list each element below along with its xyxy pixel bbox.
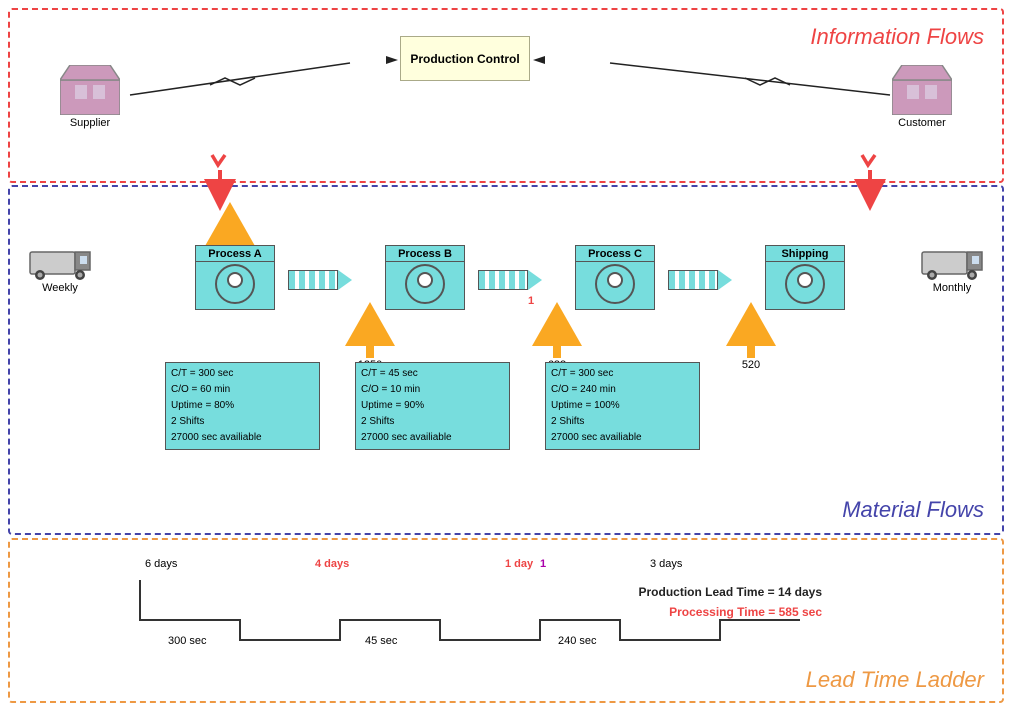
inv-note: 1 xyxy=(528,295,534,307)
shipping-circle xyxy=(785,264,825,304)
supplier-label: Supplier xyxy=(70,117,110,129)
triangle-shape-1 xyxy=(205,202,255,246)
process-c-title: Process C xyxy=(576,248,654,262)
info-flows-label: Information Flows xyxy=(810,24,984,50)
push-stripes-bc xyxy=(478,270,528,290)
material-flows-label: Material Flows xyxy=(842,497,984,523)
push-arrow-ab xyxy=(288,270,352,290)
info-box-a: C/T = 300 sec C/O = 60 min Uptime = 80% … xyxy=(165,362,320,450)
production-control-text: Production Control xyxy=(410,52,519,66)
info-b-avail: 27000 sec availiable xyxy=(361,430,504,446)
info-b-uptime: Uptime = 90% xyxy=(361,398,504,414)
triangle-stem-3 xyxy=(553,346,561,358)
customer-icon xyxy=(892,65,952,115)
triangle-stem-2 xyxy=(366,346,374,358)
truck-icon-left xyxy=(25,242,95,282)
process-c-circle xyxy=(595,264,635,304)
customer-factory: Customer xyxy=(892,65,952,129)
info-c-ct: C/T = 300 sec xyxy=(551,366,694,382)
production-control-box: Production Control xyxy=(400,36,530,81)
push-head-ab xyxy=(338,270,352,290)
weekly-label: Weekly xyxy=(42,282,78,294)
monthly-truck: Monthly xyxy=(917,242,987,294)
info-box-b: C/T = 45 sec C/O = 10 min Uptime = 90% 2… xyxy=(355,362,510,450)
shipping-box: Shipping xyxy=(765,245,845,310)
leadtime-section: Lead Time Ladder 6 days 4 days 1 day 3 d… xyxy=(8,538,1004,703)
inventory-triangle-3: 688 xyxy=(532,302,582,371)
process-b-title: Process B xyxy=(386,248,464,262)
process-c-rect: Process C xyxy=(575,245,655,310)
info-a-avail: 27000 sec availiable xyxy=(171,430,314,446)
shipping-rect: Shipping xyxy=(765,245,845,310)
shipping-inner xyxy=(797,272,813,288)
push-head-cs xyxy=(718,270,732,290)
info-a-co: C/O = 60 min xyxy=(171,382,314,398)
lt-sec-3: 240 sec xyxy=(558,635,597,647)
push-arrow-bc xyxy=(478,270,542,290)
info-a-ct: C/T = 300 sec xyxy=(171,366,314,382)
info-c-co: C/O = 240 min xyxy=(551,382,694,398)
process-a-rect: Process A xyxy=(195,245,275,310)
lt-days-1: 6 days xyxy=(145,558,177,570)
process-b-inner xyxy=(417,272,433,288)
material-flows-section: Material Flows Weekly Monthly xyxy=(8,185,1004,535)
info-b-ct: C/T = 45 sec xyxy=(361,366,504,382)
process-a-title: Process A xyxy=(196,248,274,262)
inventory-label-4: 520 xyxy=(742,359,760,371)
inventory-triangle-2: 1250 xyxy=(345,302,395,371)
supplier-factory: Supplier xyxy=(60,65,120,129)
triangle-stem-4 xyxy=(747,346,755,358)
supplier-icon xyxy=(60,65,120,115)
info-a-shifts: 2 Shifts xyxy=(171,414,314,430)
info-a-uptime: Uptime = 80% xyxy=(171,398,314,414)
lt-sec-2: 45 sec xyxy=(365,635,397,647)
truck-icon-right xyxy=(917,242,987,282)
lt-note-1: 1 xyxy=(540,558,546,570)
lt-processing: Processing Time = 585 sec xyxy=(669,605,822,619)
info-c-avail: 27000 sec availiable xyxy=(551,430,694,446)
info-c-shifts: 2 Shifts xyxy=(551,414,694,430)
process-a-circle xyxy=(215,264,255,304)
info-b-shifts: 2 Shifts xyxy=(361,414,504,430)
process-a-inner xyxy=(227,272,243,288)
push-head-bc xyxy=(528,270,542,290)
info-b-co: C/O = 10 min xyxy=(361,382,504,398)
info-c-uptime: Uptime = 100% xyxy=(551,398,694,414)
customer-label: Customer xyxy=(898,117,946,129)
lt-sec-1: 300 sec xyxy=(168,635,207,647)
lt-days-3: 1 day xyxy=(505,558,533,570)
lt-lead-time: Production Lead Time = 14 days xyxy=(638,585,822,599)
push-stripes-cs xyxy=(668,270,718,290)
inventory-triangle-4: 520 xyxy=(726,302,776,371)
process-c-box: Process C xyxy=(575,245,655,310)
process-a-box: Process A xyxy=(195,245,275,310)
process-b-rect: Process B xyxy=(385,245,465,310)
info-box-c: C/T = 300 sec C/O = 240 min Uptime = 100… xyxy=(545,362,700,450)
process-b-circle xyxy=(405,264,445,304)
shipping-title: Shipping xyxy=(766,248,844,262)
lt-days-4: 3 days xyxy=(650,558,682,570)
process-c-inner xyxy=(607,272,623,288)
process-b-box: Process B xyxy=(385,245,465,310)
weekly-truck: Weekly xyxy=(25,242,95,294)
push-stripes-ab xyxy=(288,270,338,290)
push-arrow-cs xyxy=(668,270,732,290)
lt-days-2: 4 days xyxy=(315,558,349,570)
info-flows-section: Information Flows Production Control Sup… xyxy=(8,8,1004,183)
monthly-label: Monthly xyxy=(933,282,972,294)
